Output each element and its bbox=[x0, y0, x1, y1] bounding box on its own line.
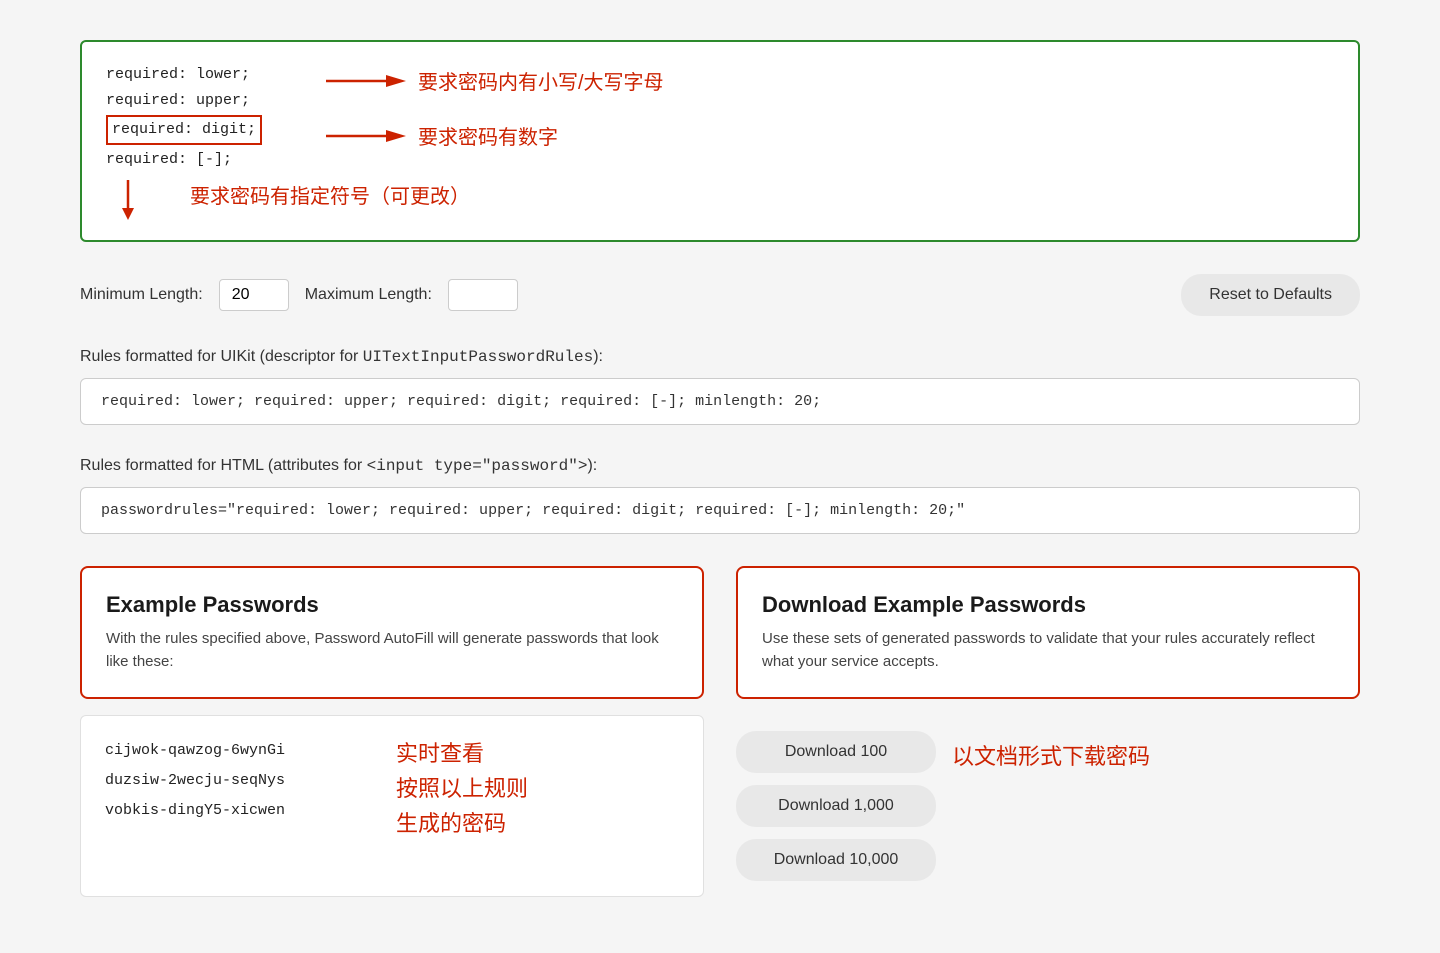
min-length-label: Minimum Length: bbox=[80, 286, 203, 304]
download-button[interactable]: Download 1,000 bbox=[736, 785, 936, 827]
annotation-item-2: 要求密码有数字 bbox=[326, 121, 664, 150]
annotation-box: required: lower;required: upper;required… bbox=[80, 40, 1360, 242]
download-button[interactable]: Download 10,000 bbox=[736, 839, 936, 881]
reset-defaults-button[interactable]: Reset to Defaults bbox=[1181, 274, 1360, 316]
uikit-rules-output: required: lower; required: upper; requir… bbox=[80, 378, 1360, 425]
cards-row: Example Passwords With the rules specifi… bbox=[80, 566, 1360, 699]
download-card-desc: Use these sets of generated passwords to… bbox=[762, 628, 1334, 673]
annotation-text-down: 要求密码有指定符号（可更改） bbox=[190, 180, 470, 209]
arrow-down-icon bbox=[118, 180, 178, 220]
main-container: required: lower;required: upper;required… bbox=[80, 40, 1360, 897]
rules-text-block: required: lower;required: upper;required… bbox=[106, 62, 306, 172]
example-passwords-desc: With the rules specified above, Password… bbox=[106, 628, 678, 673]
uikit-rules-section: Rules formatted for UIKit (descriptor fo… bbox=[80, 348, 1360, 425]
download-inner: Download 100 Download 1,000 Download 10,00… bbox=[736, 731, 1360, 881]
password-entry: duzsiw-2wecju-seqNys bbox=[105, 766, 388, 796]
password-annotation-line: 实时查看 bbox=[396, 736, 679, 771]
arrow-right-icon-1 bbox=[326, 69, 406, 93]
download-annotation: 以文档形式下载密码 bbox=[952, 731, 1150, 771]
max-length-label: Maximum Length: bbox=[305, 286, 432, 304]
rule-line: required: [-]; bbox=[106, 147, 306, 173]
annotations-col: 要求密码内有小写/大写字母 要求密码有数字 bbox=[306, 62, 664, 150]
download-card-title: Download Example Passwords bbox=[762, 592, 1334, 618]
download-col: Download 100 Download 1,000 Download 10,00… bbox=[736, 715, 1360, 897]
min-length-input[interactable] bbox=[219, 279, 289, 311]
password-entries: cijwok-qawzog-6wynGiduzsiw-2wecju-seqNys… bbox=[105, 736, 388, 842]
max-length-input[interactable] bbox=[448, 279, 518, 311]
download-button[interactable]: Download 100 bbox=[736, 731, 936, 773]
rule-line: required: digit; bbox=[106, 115, 262, 145]
password-annotation-line: 按照以上规则 bbox=[396, 771, 679, 806]
html-rules-output: passwordrules="required: lower; required… bbox=[80, 487, 1360, 534]
annotation-text-1: 要求密码内有小写/大写字母 bbox=[418, 66, 664, 95]
download-card: Download Example Passwords Use these set… bbox=[736, 566, 1360, 699]
example-passwords-card: Example Passwords With the rules specifi… bbox=[80, 566, 704, 699]
html-rules-title: Rules formatted for HTML (attributes for… bbox=[80, 457, 1360, 475]
annotation-item-1: 要求密码内有小写/大写字母 bbox=[326, 66, 664, 95]
length-row: Minimum Length: Maximum Length: Reset to… bbox=[80, 274, 1360, 316]
rule-line: required: upper; bbox=[106, 88, 306, 114]
annotation-text-2: 要求密码有数字 bbox=[418, 121, 558, 150]
uikit-rules-title: Rules formatted for UIKit (descriptor fo… bbox=[80, 348, 1360, 366]
download-buttons-col: Download 100 Download 1,000 Download 10,00… bbox=[736, 731, 936, 881]
arrow-down-item: 要求密码有指定符号（可更改） bbox=[106, 180, 1334, 220]
password-entry: vobkis-dingY5-xicwen bbox=[105, 796, 388, 826]
data-row: cijwok-qawzog-6wynGiduzsiw-2wecju-seqNys… bbox=[80, 715, 1360, 897]
example-passwords-title: Example Passwords bbox=[106, 592, 678, 618]
password-entry: cijwok-qawzog-6wynGi bbox=[105, 736, 388, 766]
arrow-right-icon-2 bbox=[326, 124, 406, 148]
password-list-box: cijwok-qawzog-6wynGiduzsiw-2wecju-seqNys… bbox=[80, 715, 704, 897]
rule-line: required: lower; bbox=[106, 62, 306, 88]
password-annotation: 实时查看按照以上规则生成的密码 bbox=[388, 736, 679, 842]
html-rules-section: Rules formatted for HTML (attributes for… bbox=[80, 457, 1360, 534]
password-annotation-line: 生成的密码 bbox=[396, 806, 679, 841]
